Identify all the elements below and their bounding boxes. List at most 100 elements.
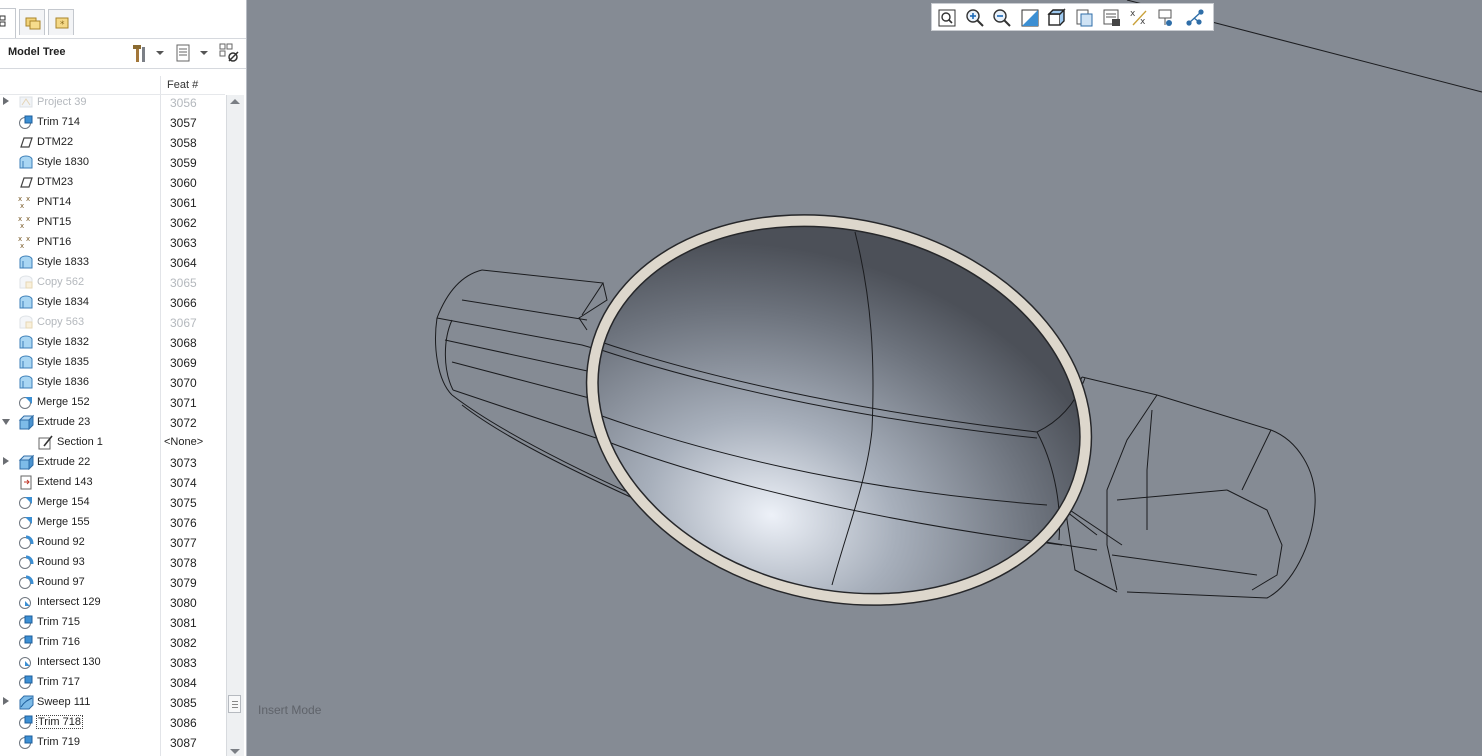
tree-row[interactable]: Trim 719 3087: [0, 732, 226, 752]
tree-row[interactable]: Section 1 <None>: [0, 432, 226, 452]
tree-row[interactable]: Trim 715 3081: [0, 612, 226, 632]
tree-row[interactable]: Copy 562 3065: [0, 272, 226, 292]
tree-row[interactable]: x x x PNT16 3063: [0, 232, 226, 252]
tree-row[interactable]: Intersect 130 3083: [0, 652, 226, 672]
feature-name: Round 97: [37, 576, 85, 588]
tab-folder-browser[interactable]: [19, 9, 45, 35]
tree-row[interactable]: Trim 714 3057: [0, 112, 226, 132]
feature-name: PNT16: [37, 236, 72, 248]
expand-arrow-icon[interactable]: [3, 697, 9, 705]
extend-icon: [20, 475, 32, 490]
tree-row[interactable]: DTM23 3060: [0, 172, 226, 192]
tree-row[interactable]: x x x PNT14 3061: [0, 192, 226, 212]
feature-name: Style 1835: [37, 356, 89, 368]
tree-settings-button[interactable]: [130, 42, 166, 64]
style-icon: [19, 255, 33, 269]
view-manager-button[interactable]: [1101, 7, 1123, 29]
collapse-arrow-icon[interactable]: [2, 419, 10, 425]
scroll-down-icon[interactable]: [230, 749, 240, 754]
feature-name: Extrude 22: [37, 456, 91, 468]
saved-views-icon: [1076, 9, 1092, 27]
feature-number: 3064: [170, 256, 197, 270]
tree-row[interactable]: Extrude 22 3073: [0, 452, 226, 472]
feature-number: 3061: [170, 196, 197, 210]
tree-row[interactable]: Style 1830 3059: [0, 152, 226, 172]
trim-icon: [19, 675, 33, 689]
datum-display-button[interactable]: xx: [1129, 7, 1151, 29]
feature-name: Trim 718: [36, 715, 83, 729]
repaint-button[interactable]: [1019, 7, 1041, 29]
tree-row[interactable]: Merge 152 3071: [0, 392, 226, 412]
folder-browser-icon: [25, 17, 41, 30]
tree-row[interactable]: Style 1834 3066: [0, 292, 226, 312]
refit-button[interactable]: [936, 7, 958, 29]
tree-row[interactable]: Style 1836 3070: [0, 372, 226, 392]
tab-favorites[interactable]: *: [48, 9, 74, 35]
tree-row[interactable]: DTM22 3058: [0, 132, 226, 152]
feature-number: 3062: [170, 216, 197, 230]
tree-show-button[interactable]: [174, 42, 210, 64]
feature-name: Round 92: [37, 536, 85, 548]
tree-row[interactable]: Trim 716 3082: [0, 632, 226, 652]
tree-row[interactable]: Merge 154 3075: [0, 492, 226, 512]
display-style-icon: [1047, 8, 1066, 26]
tree-row[interactable]: Style 1832 3068: [0, 332, 226, 352]
feature-number: 3059: [170, 156, 197, 170]
tree-row[interactable]: Copy 563 3067: [0, 312, 226, 332]
tree-row[interactable]: Round 93 3078: [0, 552, 226, 572]
list-icon: [176, 44, 190, 62]
svg-text:x: x: [20, 202, 24, 210]
tree-row[interactable]: Project 39 3056: [0, 92, 226, 112]
expand-arrow-icon[interactable]: [3, 97, 9, 105]
zoom-out-button[interactable]: [991, 7, 1013, 29]
feature-name: Round 93: [37, 556, 85, 568]
handle-end-wireframe: [1064, 376, 1316, 599]
display-style-button[interactable]: [1046, 7, 1068, 29]
round-icon: [19, 555, 34, 569]
model-viewport[interactable]: [247, 0, 1482, 756]
feature-number: 3071: [170, 396, 197, 410]
tree-scrollbar[interactable]: [226, 95, 244, 756]
tree-row[interactable]: Round 97 3079: [0, 572, 226, 592]
tree-row[interactable]: Trim 717 3084: [0, 672, 226, 692]
tree-row[interactable]: Merge 155 3076: [0, 512, 226, 532]
graphics-window[interactable]: xx Insert Mode: [247, 0, 1482, 756]
feature-number: 3081: [170, 616, 197, 630]
tree-row[interactable]: Trim 718 3086: [0, 712, 226, 732]
feature-name: Trim 715: [37, 616, 80, 628]
zoom-in-button[interactable]: [964, 7, 986, 29]
datum-plane-icon: [20, 137, 33, 148]
tree-row[interactable]: Sweep 111 3085: [0, 692, 226, 712]
panel-tabs: *: [0, 0, 246, 39]
tree-row[interactable]: Extrude 23 3072: [0, 412, 226, 432]
feature-number: 3057: [170, 116, 197, 130]
scroll-up-icon[interactable]: [230, 99, 240, 104]
annotation-display-button[interactable]: [1156, 7, 1178, 29]
chevron-down-icon: [156, 51, 164, 55]
tree-row[interactable]: Style 1833 3064: [0, 252, 226, 272]
feature-name: Merge 155: [37, 516, 90, 528]
filter-icon: [219, 43, 239, 62]
feat-number-column-header[interactable]: Feat #: [167, 79, 198, 91]
svg-text:x: x: [1140, 17, 1146, 27]
saved-views-button[interactable]: [1074, 7, 1096, 29]
feature-number: 3085: [170, 696, 197, 710]
tree-row[interactable]: x x x PNT15 3062: [0, 212, 226, 232]
tree-row[interactable]: Extend 143 3074: [0, 472, 226, 492]
tree-filter-button[interactable]: [218, 42, 242, 64]
tab-model-tree[interactable]: [0, 8, 16, 38]
trim-icon: [19, 615, 33, 629]
model-tree-title: Model Tree: [8, 46, 66, 58]
expand-arrow-icon[interactable]: [3, 457, 9, 465]
svg-text:x: x: [26, 235, 30, 243]
spin-center-button[interactable]: [1184, 7, 1206, 29]
tree-row[interactable]: Style 1835 3069: [0, 352, 226, 372]
tree-row[interactable]: Round 92 3077: [0, 532, 226, 552]
tree-row[interactable]: Intersect 129 3080: [0, 592, 226, 612]
chevron-down-icon: [200, 51, 208, 55]
feature-name: Trim 716: [37, 636, 80, 648]
feature-name: Copy 562: [37, 276, 85, 288]
feature-name: Merge 152: [37, 396, 90, 408]
scroll-thumb[interactable]: [228, 695, 241, 713]
copy-icon: [19, 275, 33, 289]
